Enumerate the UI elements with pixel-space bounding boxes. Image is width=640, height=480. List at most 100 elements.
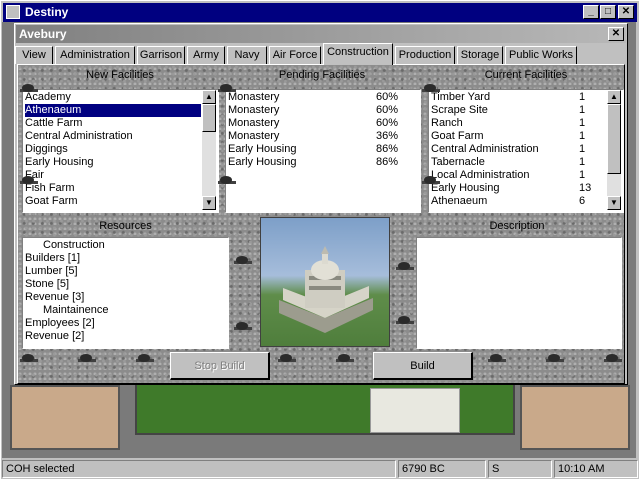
lever-icon	[396, 262, 414, 270]
tab-production[interactable]: Production	[395, 46, 455, 64]
lever-icon	[78, 354, 96, 362]
scroll-up-icon[interactable]: ▲	[202, 90, 216, 104]
list-item[interactable]: Goat Farm	[25, 195, 201, 208]
dialog-title: Avebury	[19, 27, 67, 41]
list-item[interactable]: Fish Farm	[25, 182, 201, 195]
scroll-down-icon[interactable]: ▼	[202, 196, 216, 210]
list-item[interactable]: Central Administration 1	[431, 143, 605, 156]
facility-name: Early Housing	[431, 182, 500, 194]
scroll-thumb[interactable]	[202, 104, 216, 132]
list-item[interactable]: Monastery 60%	[228, 91, 416, 104]
list-item[interactable]: Early Housing 13	[431, 182, 605, 195]
new-facilities-list[interactable]: ▲ ▼ Academy Athenaeum Cattle Farm Central A…	[22, 89, 219, 213]
current-facilities-list[interactable]: ▲ ▼ Timber Yard 1 Scrape Site 1 Ranch 1 Goat F…	[428, 89, 624, 213]
facility-name: Tabernacle	[431, 156, 485, 168]
status-time: 10:10 AM	[554, 460, 638, 478]
list-item[interactable]: Diggings	[25, 143, 201, 156]
facility-progress: 86%	[376, 156, 399, 168]
description-label: Description	[489, 220, 545, 232]
building-preview-image	[260, 217, 390, 347]
tab-public-works[interactable]: Public Works	[505, 46, 577, 64]
close-button[interactable]: ✕	[618, 5, 634, 19]
facility-name: Monastery	[228, 104, 280, 116]
lever-icon	[234, 256, 252, 264]
facility-name: Ranch	[431, 117, 463, 129]
list-item[interactable]: Goat Farm 1	[431, 130, 605, 143]
lever-icon	[422, 176, 440, 184]
list-item[interactable]: Local Administration 1	[431, 169, 605, 182]
dialog-titlebar: Avebury ✕	[16, 25, 626, 43]
new-facilities-scrollbar[interactable]: ▲ ▼	[202, 90, 216, 210]
resources-label: Resources	[99, 220, 152, 232]
resource-heading: Construction	[43, 239, 105, 251]
scroll-up-icon[interactable]: ▲	[607, 90, 621, 104]
facility-progress: 36%	[376, 130, 399, 142]
window-title: Destiny	[25, 5, 69, 19]
new-facilities-label: New Facilities	[86, 69, 154, 81]
list-item[interactable]: Early Housing 86%	[228, 143, 416, 156]
facility-count: 1	[579, 91, 586, 103]
list-item[interactable]: Athenaeum 6	[431, 195, 605, 208]
lever-icon	[546, 354, 564, 362]
tab-air-force[interactable]: Air Force	[269, 46, 321, 64]
list-item[interactable]: Early Housing 86%	[228, 156, 416, 169]
facility-progress: 60%	[376, 117, 399, 129]
lever-icon	[20, 84, 38, 92]
app-icon	[6, 5, 20, 19]
build-button[interactable]: Build	[373, 352, 473, 380]
lever-icon	[218, 176, 236, 184]
list-item[interactable]: Fair	[25, 169, 201, 182]
list-item[interactable]: Academy	[25, 91, 201, 104]
minimize-button[interactable]: _	[583, 5, 599, 19]
status-date: 6790 BC	[398, 460, 486, 478]
resource-line: Builders [1]	[25, 252, 81, 264]
lever-icon	[218, 84, 236, 92]
status-message: COH selected	[2, 460, 396, 478]
window-titlebar: Destiny _ □ ✕	[3, 3, 637, 22]
list-item[interactable]: Monastery 36%	[228, 130, 416, 143]
tab-construction[interactable]: Construction	[323, 43, 393, 65]
facility-count: 1	[579, 156, 586, 168]
facility-name: Scrape Site	[431, 104, 488, 116]
tab-view[interactable]: View	[15, 46, 53, 64]
facility-count: 1	[579, 130, 586, 142]
stop-build-button[interactable]: Stop Build	[170, 352, 270, 380]
scroll-thumb[interactable]	[607, 104, 621, 174]
list-item[interactable]: Central Administration	[25, 130, 201, 143]
current-facilities-scrollbar[interactable]: ▲ ▼	[607, 90, 621, 210]
scroll-down-icon[interactable]: ▼	[607, 196, 621, 210]
maximize-button[interactable]: □	[600, 5, 616, 19]
facility-name: Monastery	[228, 117, 280, 129]
list-item[interactable]: Monastery 60%	[228, 104, 416, 117]
facility-progress: 60%	[376, 91, 399, 103]
resource-line: Stone [5]	[25, 278, 70, 290]
tab-storage[interactable]: Storage	[457, 46, 503, 64]
list-item[interactable]: Athenaeum	[25, 104, 201, 117]
facility-count: 13	[579, 182, 592, 194]
resource-line: Revenue [2]	[25, 330, 85, 342]
resource-heading: Maintainence	[43, 304, 109, 316]
facility-count: 6	[579, 195, 586, 207]
lever-icon	[20, 354, 38, 362]
list-item[interactable]: Timber Yard 1	[431, 91, 605, 104]
list-item[interactable]: Scrape Site 1	[431, 104, 605, 117]
status-direction: S	[488, 460, 552, 478]
facility-name: Early Housing	[228, 143, 297, 155]
lever-icon	[336, 354, 354, 362]
list-item[interactable]: Ranch 1	[431, 117, 605, 130]
facility-progress: 60%	[376, 104, 399, 116]
tab-navy[interactable]: Navy	[227, 46, 267, 64]
pending-facilities-list[interactable]: Monastery 60% Monastery 60% Monastery 60% Mona…	[225, 89, 421, 213]
list-item[interactable]: Early Housing	[25, 156, 201, 169]
tab-garrison[interactable]: Garrison	[137, 46, 185, 64]
dialog-close-button[interactable]: ✕	[608, 27, 624, 41]
lever-icon	[422, 84, 440, 92]
map-building	[370, 388, 460, 433]
lever-icon	[234, 322, 252, 330]
list-item[interactable]: Monastery 60%	[228, 117, 416, 130]
tab-administration[interactable]: Administration	[55, 46, 135, 64]
facility-name: Early Housing	[228, 156, 297, 168]
list-item[interactable]: Cattle Farm	[25, 117, 201, 130]
tab-army[interactable]: Army	[187, 46, 225, 64]
list-item[interactable]: Tabernacle 1	[431, 156, 605, 169]
